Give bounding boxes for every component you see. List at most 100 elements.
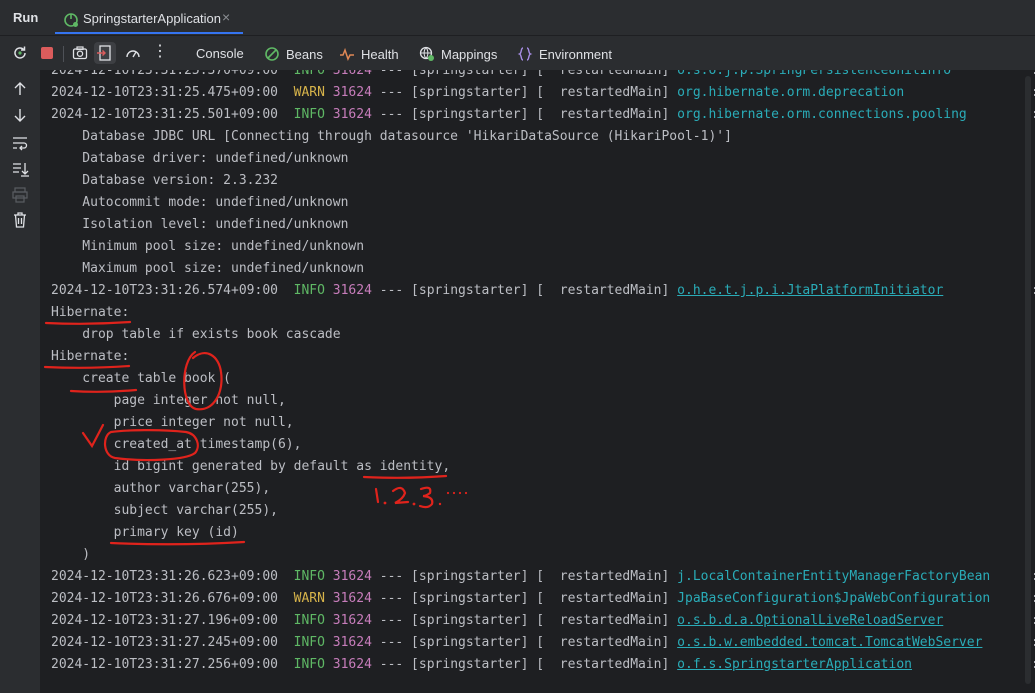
sql-line: drop table if exists book cascade xyxy=(51,327,341,342)
tab-environment[interactable]: Environment xyxy=(517,46,612,62)
gauge-icon[interactable] xyxy=(125,45,141,61)
trash-icon[interactable] xyxy=(11,211,29,229)
close-icon[interactable]: × xyxy=(222,9,230,25)
sql-line: Hibernate: xyxy=(51,349,130,364)
db-info-line: Database driver: undefined/unknown xyxy=(51,151,349,166)
log-pid: 31624 xyxy=(332,283,372,298)
soft-wrap-icon[interactable] xyxy=(11,134,29,152)
log-timestamp: 2024-12-10T23:31:27.245+09:00 xyxy=(51,635,278,650)
sql-line: created_at timestamp(6), xyxy=(51,437,302,452)
sql-line: ) xyxy=(51,547,91,562)
log-thread: --- [springstarter] [ restartedMain] xyxy=(371,613,678,628)
log-thread: --- [springstarter] [ restartedMain] xyxy=(371,70,678,78)
log-thread: --- [springstarter] [ restartedMain] xyxy=(371,85,678,100)
log-logger: JpaBaseConfiguration$JpaWebConfiguration xyxy=(677,591,991,606)
log-timestamp: 2024-12-10T23:31:25.370+09:00 xyxy=(51,70,278,78)
tab-health[interactable]: Health xyxy=(339,46,399,62)
db-info-line: Maximum pool size: undefined/unknown xyxy=(51,261,365,276)
sql-line: create table book ( xyxy=(51,371,232,386)
log-line: 2024-12-10T23:31:27.256+09:00 INFO 31624… xyxy=(51,654,1035,676)
db-info-line: Autocommit mode: undefined/unknown xyxy=(51,195,349,210)
log-timestamp: 2024-12-10T23:31:26.574+09:00 xyxy=(51,283,278,298)
spring-boot-icon xyxy=(64,13,78,27)
log-logger[interactable]: o.s.b.d.a.OptionalLiveReloadServer xyxy=(677,613,943,628)
more-options-icon[interactable]: ⋮ xyxy=(152,44,168,60)
tab-console[interactable]: Console xyxy=(196,46,244,61)
log-thread: --- [springstarter] [ restartedMain] xyxy=(371,283,678,298)
log-logger[interactable]: o.s.b.w.embedded.tomcat.TomcatWebServer xyxy=(677,635,982,650)
arrow-down-icon[interactable] xyxy=(11,106,29,124)
console-scrollbar[interactable] xyxy=(1022,70,1035,693)
sql-line: price integer not null, xyxy=(51,415,294,430)
log-timestamp: 2024-12-10T23:31:25.475+09:00 xyxy=(51,85,278,100)
tab-label: Health xyxy=(361,47,399,62)
log-line: 2024-12-10T23:31:26.676+09:00 WARN 31624… xyxy=(51,588,1035,610)
log-logger[interactable]: o.f.s.SpringstarterApplication xyxy=(677,657,912,672)
log-timestamp: 2024-12-10T23:31:27.256+09:00 xyxy=(51,657,278,672)
log-pid: 31624 xyxy=(332,85,372,100)
db-info-line: Minimum pool size: undefined/unknown xyxy=(51,239,365,254)
log-level: INFO xyxy=(293,635,325,650)
tab-label: Beans xyxy=(286,47,323,62)
tab-mappings[interactable]: Mappings xyxy=(419,46,497,62)
arrow-up-icon[interactable] xyxy=(11,80,29,98)
run-toolbar: ⋮ Console Beans Health Mappings Environm… xyxy=(0,36,1035,70)
log-line: 2024-12-10T23:31:26.574+09:00 INFO 31624… xyxy=(51,280,1035,302)
run-label: Run xyxy=(13,10,39,25)
log-line: 2024-12-10T23:31:27.196+09:00 INFO 31624… xyxy=(51,610,1035,632)
sql-line: Hibernate: xyxy=(51,305,130,320)
db-info-line: Database JDBC URL [Connecting through da… xyxy=(51,129,732,144)
log-pid: 31624 xyxy=(332,657,372,672)
log-line: 2024-12-10T23:31:25.501+09:00 INFO 31624… xyxy=(51,104,1035,126)
log-logger: j.LocalContainerEntityManagerFactoryBean xyxy=(677,569,991,584)
log-level: INFO xyxy=(293,613,325,628)
sql-line: subject varchar(255), xyxy=(51,503,278,518)
log-thread: --- [springstarter] [ restartedMain] xyxy=(371,657,678,672)
tab-label: Console xyxy=(196,46,244,61)
log-timestamp: 2024-12-10T23:31:25.501+09:00 xyxy=(51,107,278,122)
sql-line: primary key (id) xyxy=(51,525,239,540)
scroll-to-end-icon[interactable] xyxy=(11,160,29,178)
tab-label: Mappings xyxy=(441,47,498,62)
log-pid: 31624 xyxy=(332,70,372,78)
log-thread: --- [springstarter] [ restartedMain] xyxy=(371,635,678,650)
stop-icon[interactable] xyxy=(39,45,55,61)
sql-line: author varchar(255), xyxy=(51,481,271,496)
log-level: WARN xyxy=(293,85,325,100)
rerun-icon[interactable] xyxy=(12,45,28,61)
log-pid: 31624 xyxy=(332,569,372,584)
log-timestamp: 2024-12-10T23:31:27.196+09:00 xyxy=(51,613,278,628)
health-icon xyxy=(340,47,354,61)
log-level: INFO xyxy=(293,569,325,584)
console-output[interactable]: 2024-12-10T23:31:25.370+09:00 INFO 31624… xyxy=(40,70,1035,693)
log-logger[interactable]: o.h.e.t.j.p.i.JtaPlatformInitiator xyxy=(677,283,943,298)
log-line: 2024-12-10T23:31:27.245+09:00 INFO 31624… xyxy=(51,632,1035,654)
log-logger: o.s.o.j.p.SpringPersistenceUnitInfo xyxy=(677,70,952,78)
tab-beans[interactable]: Beans xyxy=(264,46,323,62)
print-icon[interactable] xyxy=(11,186,29,204)
exit-icon[interactable] xyxy=(94,42,116,64)
log-line: 2024-12-10T23:31:26.623+09:00 INFO 31624… xyxy=(51,566,1035,588)
environment-icon xyxy=(517,47,533,61)
beans-icon xyxy=(265,47,279,61)
tab-title: SpringstarterApplication xyxy=(83,11,222,26)
sql-line: page integer not null, xyxy=(51,393,286,408)
log-timestamp: 2024-12-10T23:31:26.623+09:00 xyxy=(51,569,278,584)
log-pid: 31624 xyxy=(332,107,372,122)
tab-springstarter-application[interactable]: SpringstarterApplication × xyxy=(55,4,243,34)
log-line: 2024-12-10T23:31:25.475+09:00 WARN 31624… xyxy=(51,82,1035,104)
sql-line: id bigint generated by default as identi… xyxy=(51,459,451,474)
log-level: INFO xyxy=(293,283,325,298)
log-level: INFO xyxy=(293,657,325,672)
toolbar-separator xyxy=(63,46,64,62)
log-pid: 31624 xyxy=(332,613,372,628)
log-logger: org.hibernate.orm.connections.pooling xyxy=(677,107,967,122)
log-logger: org.hibernate.orm.deprecation xyxy=(677,85,905,100)
db-info-line: Isolation level: undefined/unknown xyxy=(51,217,349,232)
log-thread: --- [springstarter] [ restartedMain] xyxy=(371,569,678,584)
log-timestamp: 2024-12-10T23:31:26.676+09:00 xyxy=(51,591,278,606)
tab-label: Environment xyxy=(539,47,612,62)
log-thread: --- [springstarter] [ restartedMain] xyxy=(371,591,678,606)
db-info-line: Database version: 2.3.232 xyxy=(51,173,278,188)
camera-icon[interactable] xyxy=(72,45,88,61)
